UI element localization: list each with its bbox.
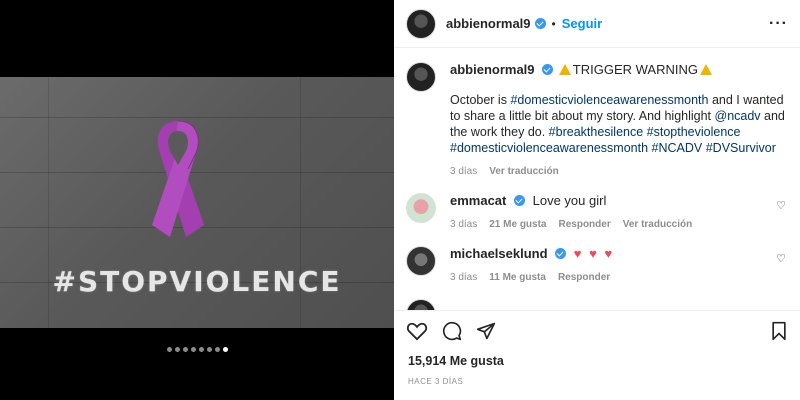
avatar[interactable] — [406, 299, 436, 310]
hashtag-link[interactable]: #domesticviolenceawarenessmonth — [450, 141, 648, 155]
like-heart-icon[interactable] — [406, 321, 428, 341]
post-side-panel: abbienormal9 • Seguir ··· abbienormal9 T… — [394, 0, 800, 400]
hashtag-link[interactable]: @ncadv — [715, 109, 761, 123]
author-username[interactable]: abbienormal9 — [446, 16, 531, 31]
carousel-dot[interactable] — [190, 347, 196, 352]
hashtag-link[interactable]: #breakthesilence — [549, 125, 644, 139]
post-header: abbienormal9 • Seguir ··· — [394, 0, 800, 48]
share-icon[interactable] — [476, 321, 496, 341]
comment-time[interactable]: 3 días — [450, 219, 477, 230]
likes-count[interactable]: 15,914 Me gusta — [408, 354, 504, 368]
caption-text: October is #domesticviolenceawarenessmon… — [450, 92, 788, 156]
comment-username[interactable]: michaelseklund — [450, 246, 548, 261]
post-age: HACE 3 DÍAS — [408, 377, 464, 386]
separator-dot: • — [551, 16, 556, 31]
caption-time[interactable]: 3 días — [450, 166, 477, 177]
hashtag-link[interactable]: #stoptheviolence — [647, 125, 741, 139]
verified-badge-icon — [534, 18, 546, 29]
carousel-dots — [0, 347, 394, 352]
caption-title: TRIGGER WARNING — [572, 62, 698, 77]
reply-button[interactable]: Responder — [559, 219, 611, 230]
carousel-dot[interactable] — [166, 347, 172, 352]
comment-item: michaelseklund ♥ ♥ ♥ 3 días 11 Me gusta … — [406, 246, 788, 283]
see-translation-link[interactable]: Ver traducción — [623, 219, 692, 230]
warning-icon — [699, 64, 712, 75]
carousel-dot[interactable] — [182, 347, 188, 352]
purple-ribbon-icon — [152, 120, 204, 237]
carousel-dot[interactable] — [222, 347, 228, 352]
hashtag-link[interactable]: #domesticviolenceawarenessmonth — [510, 93, 708, 107]
carousel-dot[interactable] — [214, 347, 220, 352]
more-options-icon[interactable]: ··· — [769, 15, 788, 33]
see-translation-link[interactable]: Ver traducción — [489, 166, 558, 177]
comment-likes[interactable]: 21 Me gusta — [489, 219, 546, 230]
caption: abbienormal9 TRIGGER WARNING October is … — [406, 62, 788, 177]
caption-fragment: October is — [450, 93, 511, 107]
comment-username[interactable]: emmacat — [450, 193, 506, 208]
like-comment-heart-icon[interactable]: ♡ — [776, 199, 786, 212]
hashtag-link[interactable]: #NCADV — [652, 141, 703, 155]
caption-username[interactable]: abbienormal9 — [450, 62, 535, 77]
hashtag-link[interactable]: #DVSurvivor — [706, 141, 776, 155]
reply-button[interactable]: Responder — [558, 272, 610, 283]
comment-time[interactable]: 3 días — [450, 272, 477, 283]
follow-button[interactable]: Seguir — [562, 16, 602, 31]
warning-icon — [558, 64, 571, 75]
stop-violence-text: #STOPVIOLENCE — [52, 265, 342, 298]
avatar[interactable] — [406, 246, 436, 276]
avatar[interactable] — [406, 8, 436, 39]
comment-text: Love you girl — [532, 193, 607, 208]
verified-badge-icon — [514, 195, 525, 206]
verified-badge-icon — [542, 64, 554, 75]
post-media: #STOPVIOLENCE — [0, 0, 394, 400]
comments-list[interactable]: abbienormal9 TRIGGER WARNING October is … — [394, 48, 800, 310]
verified-badge-icon — [555, 248, 567, 259]
comment-item-partial — [406, 299, 788, 310]
comment-text: ♥ ♥ ♥ — [573, 246, 615, 261]
carousel-dot[interactable] — [174, 347, 180, 352]
avatar[interactable] — [406, 193, 436, 223]
carousel-dot[interactable] — [198, 347, 204, 352]
carousel-dot[interactable] — [206, 347, 212, 352]
action-bar — [394, 310, 800, 350]
bookmark-icon[interactable] — [770, 321, 788, 341]
comment-icon[interactable] — [442, 321, 462, 341]
avatar[interactable] — [406, 62, 436, 92]
like-comment-heart-icon[interactable]: ♡ — [776, 252, 786, 265]
post-image[interactable]: #STOPVIOLENCE — [0, 77, 394, 328]
comment-likes[interactable]: 11 Me gusta — [489, 272, 546, 283]
comment-item: emmacat Love you girl 3 días 21 Me gusta… — [406, 193, 788, 230]
